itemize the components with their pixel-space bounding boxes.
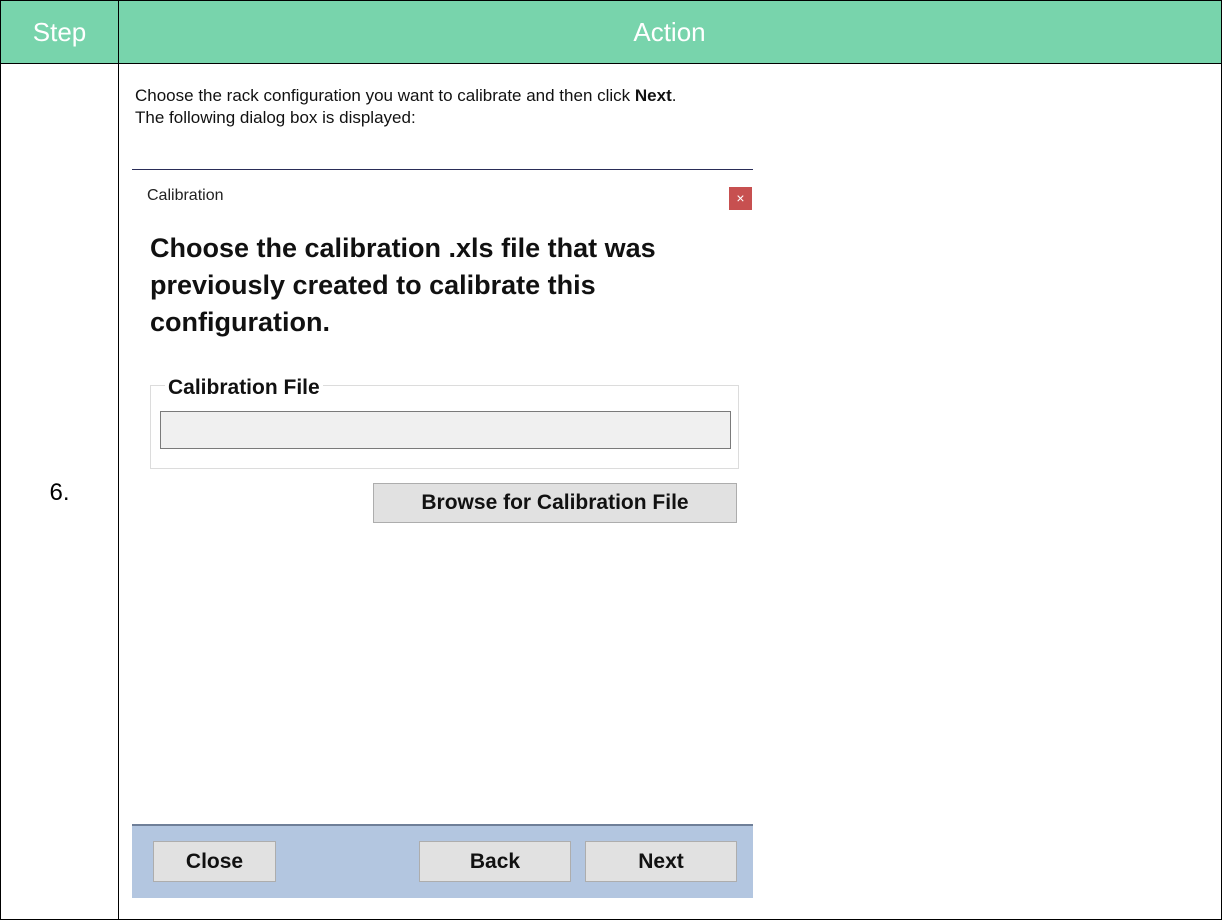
close-button[interactable]: Close: [153, 841, 276, 882]
column-divider: [118, 1, 119, 920]
header-action: Action: [633, 17, 706, 47]
calibration-file-label: Calibration File: [165, 376, 323, 400]
instruction-line-1: Choose the rack configuration you want t…: [135, 85, 677, 107]
table-header-row: Step Action: [1, 1, 1221, 64]
dialog-footer: Close Back Next: [132, 824, 753, 898]
calibration-dialog: Calibration × Choose the calibration .xl…: [132, 169, 753, 898]
browse-calibration-file-button[interactable]: Browse for Calibration File: [373, 483, 737, 523]
dialog-title: Calibration: [147, 187, 224, 204]
dialog-heading: Choose the calibration .xls file that wa…: [150, 233, 656, 337]
instruction-line-2: The following dialog box is displayed:: [135, 108, 416, 127]
back-button[interactable]: Back: [419, 841, 571, 882]
next-button[interactable]: Next: [585, 841, 737, 882]
instruction-prefix: Choose the rack configuration you want t…: [135, 86, 635, 105]
step-number: 6.: [49, 479, 70, 506]
calibration-file-group: Calibration File: [150, 376, 739, 469]
instruction-suffix: .: [671, 86, 677, 105]
header-step: Step: [32, 17, 87, 47]
close-icon[interactable]: ×: [729, 187, 752, 210]
procedure-table: Step Action 6. Choose the rack configura…: [0, 0, 1222, 920]
calibration-file-field[interactable]: [160, 411, 731, 449]
instruction-next-keyword: Next: [634, 86, 672, 105]
instruction-text: Choose the rack configuration you want t…: [135, 85, 677, 129]
